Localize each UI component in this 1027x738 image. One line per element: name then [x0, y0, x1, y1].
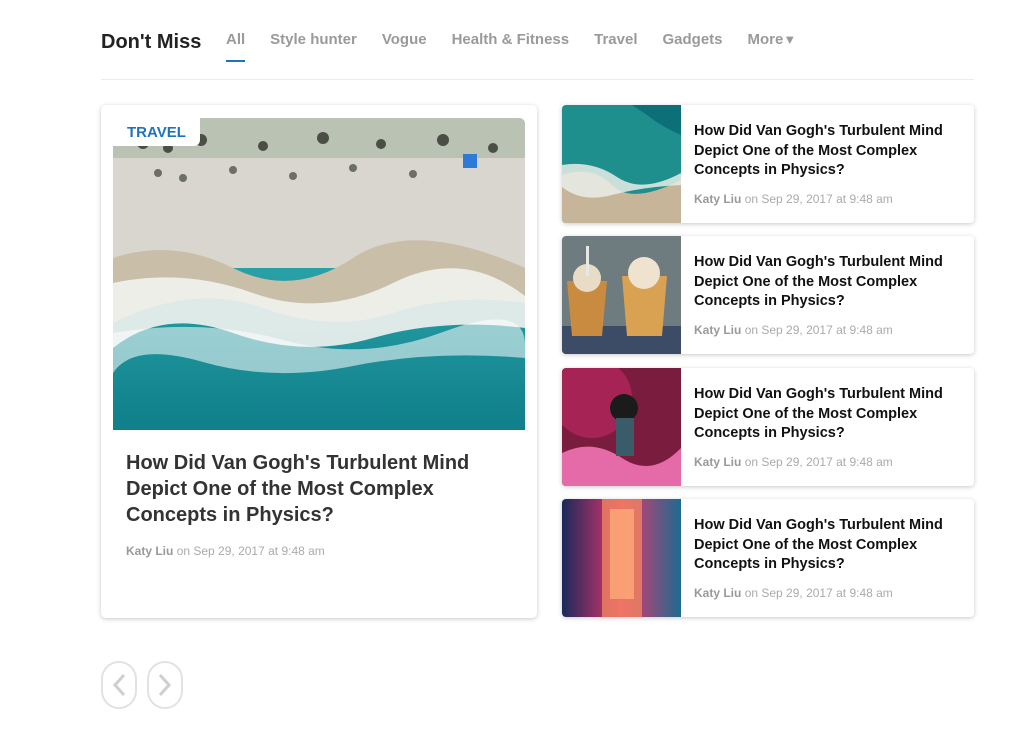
featured-article-meta: Katy Liu on Sep 29, 2017 at 9:48 am	[126, 544, 325, 558]
post-date: on Sep 29, 2017 at 9:48 am	[744, 192, 893, 206]
tab-gadgets[interactable]: Gadgets	[663, 31, 723, 62]
tab-all[interactable]: All	[226, 31, 246, 62]
featured-article-image[interactable]	[113, 118, 525, 430]
post-date: on Sep 29, 2017 at 9:48 am	[744, 323, 893, 337]
article-card[interactable]: How Did Van Gogh's Turbulent Mind Depict…	[562, 236, 974, 354]
category-tabs: All Style hunter Vogue Health & Fitness …	[226, 31, 821, 62]
article-title[interactable]: How Did Van Gogh's Turbulent Mind Depict…	[694, 385, 966, 444]
tab-more-label: More	[747, 31, 784, 48]
category-badge[interactable]: TRAVEL	[113, 118, 200, 146]
article-thumbnail[interactable]	[562, 236, 681, 354]
article-card[interactable]: How Did Van Gogh's Turbulent Mind Depict…	[562, 499, 974, 617]
author-name[interactable]: Katy Liu	[694, 586, 741, 600]
prev-button[interactable]	[101, 661, 137, 709]
tab-travel[interactable]: Travel	[594, 31, 637, 62]
article-title[interactable]: How Did Van Gogh's Turbulent Mind Depict…	[694, 253, 966, 312]
article-title[interactable]: How Did Van Gogh's Turbulent Mind Depict…	[694, 516, 966, 575]
article-thumbnail[interactable]	[562, 368, 681, 486]
section-title: Don't Miss	[101, 31, 202, 53]
article-meta: Katy Liu on Sep 29, 2017 at 9:48 am	[694, 323, 893, 337]
post-date: on Sep 29, 2017 at 9:48 am	[744, 586, 893, 600]
featured-article-title[interactable]: How Did Van Gogh's Turbulent Mind Depict…	[126, 450, 506, 528]
section-header: Don't Miss All Style hunter Vogue Health…	[101, 28, 974, 80]
article-thumbnail[interactable]	[562, 499, 681, 617]
tab-style-hunter[interactable]: Style hunter	[270, 31, 357, 62]
featured-article-card[interactable]: TRAVEL How Did Van Gogh's Turbulent Mind…	[101, 105, 537, 618]
chevron-left-icon	[112, 673, 126, 697]
author-name[interactable]: Katy Liu	[694, 192, 741, 206]
tab-vogue[interactable]: Vogue	[382, 31, 427, 62]
article-meta: Katy Liu on Sep 29, 2017 at 9:48 am	[694, 192, 893, 206]
post-date: on Sep 29, 2017 at 9:48 am	[744, 455, 893, 469]
article-title[interactable]: How Did Van Gogh's Turbulent Mind Depict…	[694, 122, 966, 181]
article-meta: Katy Liu on Sep 29, 2017 at 9:48 am	[694, 586, 893, 600]
tab-health-fitness[interactable]: Health & Fitness	[452, 31, 570, 62]
article-card[interactable]: How Did Van Gogh's Turbulent Mind Depict…	[562, 105, 974, 223]
pagination	[101, 661, 193, 709]
chevron-right-icon	[158, 673, 172, 697]
author-name[interactable]: Katy Liu	[126, 544, 173, 558]
next-button[interactable]	[147, 661, 183, 709]
author-name[interactable]: Katy Liu	[694, 323, 741, 337]
article-thumbnail[interactable]	[562, 105, 681, 223]
article-meta: Katy Liu on Sep 29, 2017 at 9:48 am	[694, 455, 893, 469]
caret-down-icon: ▼	[783, 32, 797, 47]
post-date: on Sep 29, 2017 at 9:48 am	[176, 544, 325, 558]
author-name[interactable]: Katy Liu	[694, 455, 741, 469]
article-card[interactable]: How Did Van Gogh's Turbulent Mind Depict…	[562, 368, 974, 486]
tab-more[interactable]: More▼	[748, 31, 797, 62]
